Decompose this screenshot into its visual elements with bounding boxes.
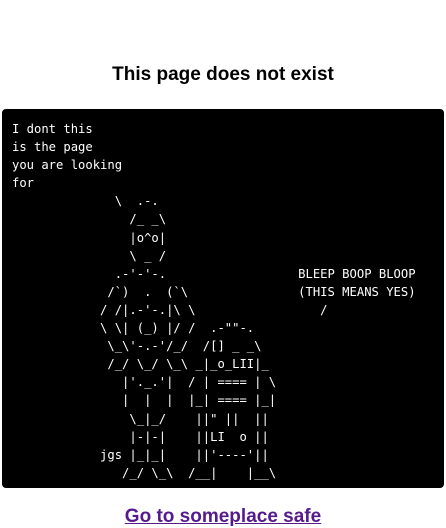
ascii-art: I dont this is the page you are looking … [12, 122, 416, 480]
go-someplace-safe-link[interactable]: Go to someplace safe [0, 506, 446, 528]
ascii-art-panel: I dont this is the page you are looking … [2, 109, 444, 488]
page-title: This page does not exist [112, 64, 334, 85]
page: This page does not exist I dont this is … [0, 0, 446, 528]
